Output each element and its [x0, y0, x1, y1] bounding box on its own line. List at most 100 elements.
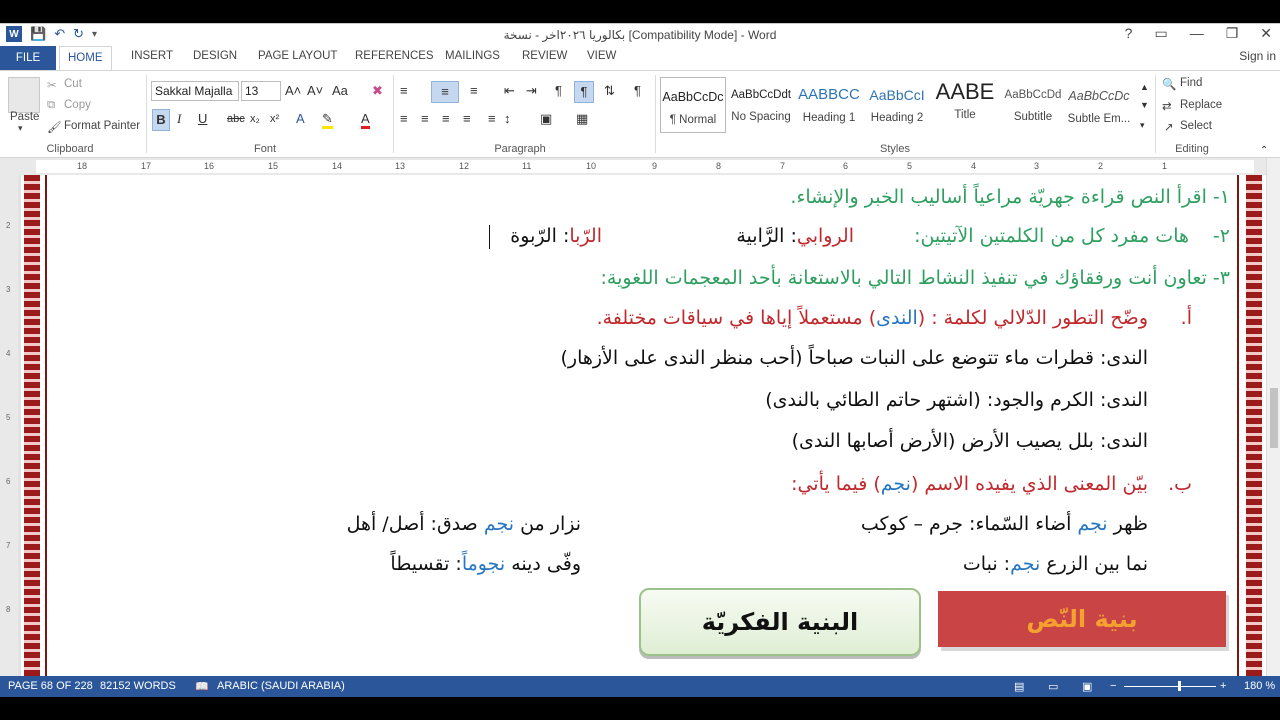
paste-button[interactable]: Paste [10, 111, 39, 123]
underline-button[interactable]: U [198, 109, 207, 129]
help-button[interactable]: ? [1125, 25, 1133, 42]
align-right-icon[interactable]: ≡ [442, 109, 450, 129]
document-page[interactable]: ١- اقرأ النص قراءة جهريّة مراعياً أساليب… [21, 175, 1266, 676]
borders-icon[interactable]: ▦ [576, 109, 588, 129]
zoom-slider-thumb[interactable] [1178, 681, 1181, 691]
copy-button[interactable]: Copy [64, 99, 91, 111]
shrink-font-button[interactable]: A˅ [307, 81, 323, 101]
style-heading-2[interactable]: AaBbCcI Heading 2 [864, 77, 930, 133]
style-subtle-emphasis[interactable]: AaBbCcDc Subtle Em... [1066, 77, 1132, 133]
ribbon-display-button[interactable]: ▭ [1154, 25, 1167, 42]
example-4: وفّى دينه نجوماً: تقسيطاً [390, 553, 581, 575]
tab-page-layout[interactable]: PAGE LAYOUT [258, 50, 337, 62]
show-marks-icon[interactable]: ¶ [634, 81, 641, 101]
sort-icon[interactable]: ⇅ [604, 81, 615, 101]
page-border-right [1246, 175, 1262, 676]
styles-scroll-up-icon[interactable]: ▲ [1140, 77, 1149, 97]
strikethrough-button[interactable]: abc [227, 109, 245, 129]
web-layout-icon[interactable]: ▣ [1082, 680, 1092, 693]
decrease-indent-icon[interactable]: ⇤ [504, 81, 515, 101]
proofing-icon[interactable]: 📖 [195, 680, 209, 693]
ruler-number: 13 [395, 161, 406, 171]
tab-mailings[interactable]: MAILINGS [445, 50, 500, 62]
scrollbar-thumb[interactable] [1270, 388, 1278, 448]
cut-icon: ✂ [47, 80, 57, 92]
multilevel-list-icon[interactable]: ≡ [470, 81, 478, 101]
font-color-icon[interactable]: A [361, 109, 370, 129]
zoom-level[interactable]: 180 % [1244, 680, 1275, 692]
ltr-paragraph-icon[interactable]: ¶ [555, 81, 562, 101]
select-button[interactable]: Select [1180, 120, 1212, 132]
shading-icon[interactable]: ▣ [540, 109, 552, 129]
bold-button[interactable]: B [152, 109, 170, 131]
font-name-combo[interactable]: Sakkal Majalla [151, 81, 239, 101]
zoom-in-button[interactable]: + [1220, 680, 1226, 692]
align-left-icon[interactable]: ≡ [400, 109, 408, 129]
example-3: نما بين الزرع نجم: نبات [962, 553, 1148, 575]
word-count[interactable]: 82152 WORDS [100, 680, 176, 692]
ruler-number: 17 [141, 161, 152, 171]
paragraph-group-label: Paragraph [494, 143, 546, 155]
minimize-button[interactable]: — [1190, 25, 1204, 42]
style-no-spacing[interactable]: AaBbCcDdt No Spacing [728, 77, 794, 133]
vruler-number: 3 [6, 285, 11, 294]
paste-dropdown-icon[interactable]: ▾ [18, 123, 23, 134]
paste-icon[interactable] [8, 77, 40, 113]
tab-file[interactable]: FILE [0, 46, 56, 70]
replace-button[interactable]: Replace [1180, 99, 1222, 111]
text-cursor [489, 225, 490, 249]
align-center-icon[interactable]: ≡ [421, 109, 429, 129]
style-subtitle[interactable]: AaBbCcDd Subtitle [1000, 77, 1066, 133]
line-spacing-icon[interactable]: ↕ [504, 109, 511, 129]
text-structure-button[interactable]: بنية النّص [938, 591, 1226, 647]
zoom-out-button[interactable]: − [1110, 680, 1116, 692]
cut-button[interactable]: Cut [64, 78, 82, 90]
increase-indent-icon[interactable]: ⇥ [526, 81, 537, 101]
format-painter-button[interactable]: Format Painter [64, 120, 140, 132]
justify-low-icon[interactable]: ≡ [488, 109, 496, 129]
read-mode-icon[interactable]: ▤ [1014, 680, 1024, 693]
zoom-slider[interactable] [1124, 686, 1216, 687]
ribbon: Paste ▾ ✂ Cut ⧉ Copy 🖌 Format Painter Cl… [0, 70, 1280, 158]
superscript-button[interactable]: x² [270, 109, 279, 129]
close-button[interactable]: ✕ [1260, 25, 1272, 42]
tab-references[interactable]: REFERENCES [355, 50, 434, 62]
style-heading-1[interactable]: AABBCC Heading 1 [796, 77, 862, 133]
find-button[interactable]: Find [1180, 77, 1202, 89]
restore-button[interactable]: ❐ [1226, 25, 1239, 42]
style-title[interactable]: AABE Title [932, 77, 998, 133]
tab-home[interactable]: HOME [59, 46, 112, 71]
text-effects-icon[interactable]: A [296, 109, 305, 129]
style-normal[interactable]: AaBbCcDc ¶ Normal [660, 77, 726, 133]
tab-review[interactable]: REVIEW [522, 50, 567, 62]
instruction-2-number: ٢- [1212, 225, 1230, 247]
page-count[interactable]: PAGE 68 OF 228 [8, 680, 93, 692]
language-indicator[interactable]: ARABIC (SAUDI ARABIA) [217, 680, 345, 692]
styles-group-label: Styles [880, 143, 910, 155]
italic-button[interactable]: I [177, 109, 181, 129]
print-layout-icon[interactable]: ▭ [1048, 680, 1058, 693]
highlight-icon[interactable]: ✎ [322, 109, 333, 129]
change-case-button[interactable]: Aa [332, 81, 348, 101]
tab-view[interactable]: VIEW [587, 50, 616, 62]
subscript-button[interactable]: x₂ [250, 109, 260, 129]
justify-icon[interactable]: ≡ [463, 109, 471, 129]
instruction-2-item-1: الروابي: الرَّابية [736, 225, 854, 247]
bullets-icon[interactable]: ≡ [400, 81, 408, 101]
intellectual-structure-button[interactable]: البنية الفكريّة [639, 588, 921, 656]
clipboard-group-label: Clipboard [46, 143, 94, 155]
replace-icon: ⇄ [1162, 101, 1172, 113]
grow-font-button[interactable]: A˄ [285, 81, 301, 101]
clear-formatting-icon[interactable]: ✖ [372, 81, 383, 101]
ruler-number: 16 [204, 161, 215, 171]
styles-scroll-down-icon[interactable]: ▼ [1140, 95, 1149, 115]
numbering-icon[interactable]: ≡ [431, 81, 459, 103]
vruler-number: 2 [6, 221, 11, 230]
font-size-combo[interactable]: 13 [241, 81, 281, 101]
tab-design[interactable]: DESIGN [193, 50, 237, 62]
styles-more-icon[interactable]: ▾ [1140, 115, 1145, 135]
vertical-scrollbar[interactable] [1266, 158, 1280, 676]
rtl-paragraph-icon[interactable]: ¶ [574, 81, 594, 103]
tab-insert[interactable]: INSERT [131, 50, 173, 62]
sign-in-link[interactable]: Sign in [1239, 49, 1276, 63]
